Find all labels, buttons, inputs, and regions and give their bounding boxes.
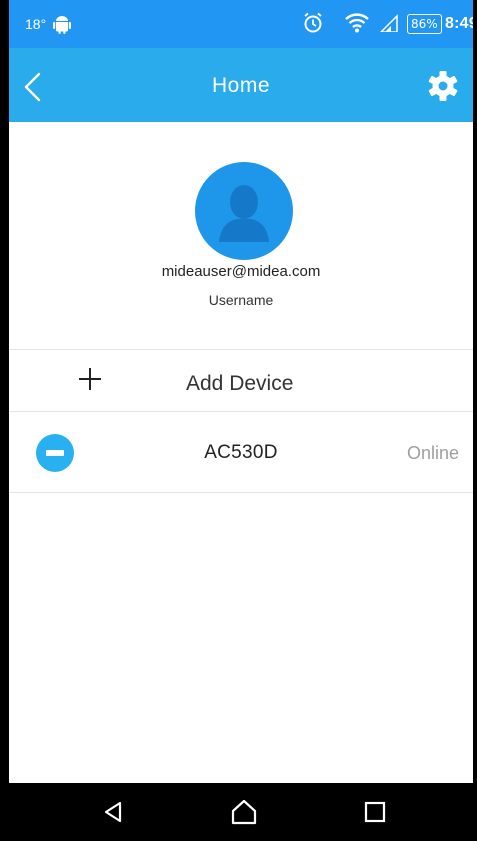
device-list-item[interactable]: AC530D Online bbox=[9, 412, 473, 492]
profile-section: mideauser@midea.com Username bbox=[9, 122, 473, 349]
device-name: AC530D bbox=[204, 442, 278, 463]
add-device-button[interactable]: Add Device bbox=[9, 350, 473, 411]
battery-icon: 86% bbox=[407, 14, 442, 34]
phone-screen: 18° 86% 8:4 Home mideauser@midea.com Use… bbox=[9, 0, 473, 841]
signal-icon bbox=[379, 14, 399, 36]
add-device-label: Add Device bbox=[186, 372, 294, 395]
recents-icon bbox=[364, 801, 386, 823]
user-email: mideauser@midea.com bbox=[161, 263, 321, 280]
plus-icon bbox=[79, 368, 101, 390]
gear-icon bbox=[428, 71, 458, 101]
page-title: Home bbox=[211, 74, 271, 97]
temperature-indicator: 18° bbox=[25, 16, 47, 32]
user-name: Username bbox=[208, 292, 274, 308]
app-header: Home bbox=[9, 48, 473, 122]
android-icon bbox=[53, 14, 71, 38]
user-icon bbox=[219, 185, 269, 242]
clock-time: 8:49 bbox=[445, 15, 473, 32]
wifi-icon bbox=[345, 13, 369, 37]
device-frame-left bbox=[0, 0, 9, 841]
alarm-icon bbox=[303, 12, 323, 38]
back-triangle-icon bbox=[104, 801, 122, 823]
device-status: Online bbox=[406, 443, 459, 463]
avatar[interactable] bbox=[195, 162, 293, 260]
status-bar: 18° 86% 8:4 bbox=[9, 0, 473, 48]
nav-home-button[interactable] bbox=[229, 797, 259, 827]
nav-recents-button[interactable] bbox=[360, 797, 390, 827]
device-frame-right bbox=[473, 0, 477, 841]
divider bbox=[9, 492, 473, 493]
settings-button[interactable] bbox=[425, 68, 461, 104]
nav-back-button[interactable] bbox=[99, 797, 129, 827]
system-nav-bar bbox=[9, 783, 473, 841]
home-icon bbox=[231, 799, 257, 825]
